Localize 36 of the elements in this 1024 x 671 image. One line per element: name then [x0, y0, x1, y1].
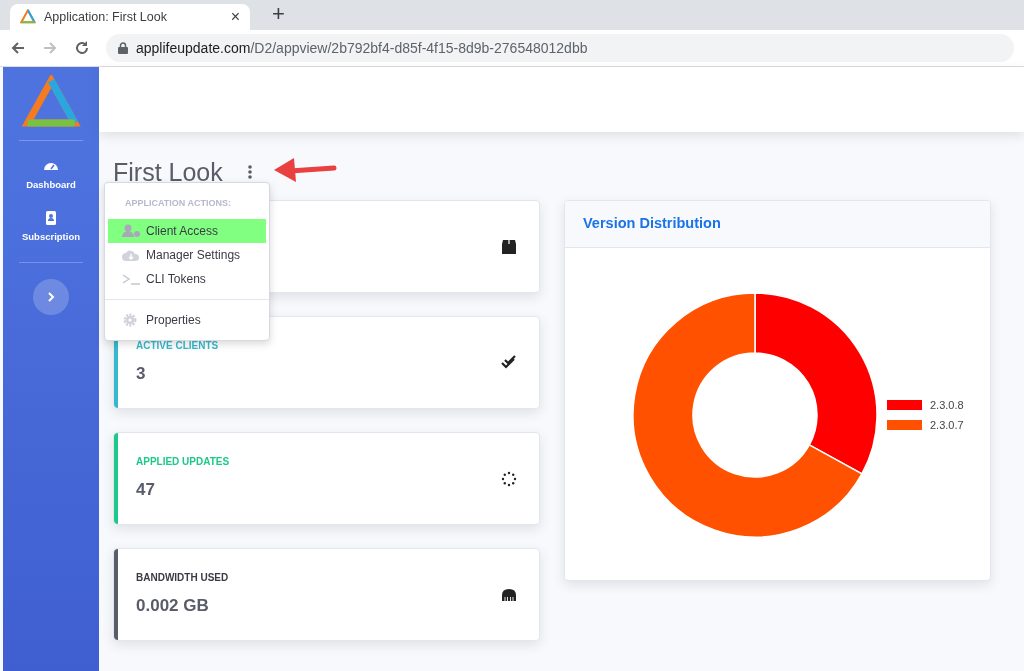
menu-header: APPLICATION ACTIONS: [124, 197, 232, 210]
sidebar-toggle-button[interactable] [33, 278, 69, 315]
logo-icon [20, 9, 36, 25]
stat-value: 0.002 GB [136, 595, 210, 618]
reload-icon[interactable] [74, 40, 90, 56]
user-icon [122, 223, 140, 238]
sidebar-item[interactable]: Dashboard [20, 157, 82, 194]
box-icon [501, 238, 517, 255]
menu-item[interactable]: CLI Tokens [108, 266, 266, 291]
stat-value: 47 [136, 479, 156, 502]
address-bar[interactable]: applifeupdate.com/D2/appview/2b792bf4-d85f-4f15-8d9b-276548012dbb [106, 34, 1014, 62]
stat-value: 3 [136, 363, 147, 386]
spinner-icon [501, 470, 517, 487]
chart-title: Version Distribution [583, 214, 721, 234]
back-icon[interactable] [10, 40, 26, 56]
chevron-right-icon [47, 290, 55, 303]
menu-item[interactable]: Client Access [108, 218, 266, 243]
kebab-menu-icon[interactable] [246, 164, 253, 180]
network-port-icon [501, 586, 517, 603]
double-check-icon [501, 354, 517, 371]
sidebar-item[interactable]: Subscription [15, 209, 87, 246]
stat-label: APPLIED UPDATES [136, 455, 231, 470]
stat-label: ACTIVE CLIENTS [136, 339, 220, 354]
stat-label: BANDWIDTH USED [136, 571, 230, 586]
legend-label: 2.3.0.8 [930, 397, 964, 413]
lock-icon [118, 42, 128, 54]
legend-label: 2.3.0.7 [930, 418, 964, 433]
browser-tab[interactable]: Application: First Look × [10, 4, 250, 30]
contact-card-icon [43, 210, 59, 227]
page-title: First Look [113, 157, 223, 187]
terminal-icon [122, 271, 140, 286]
menu-item[interactable]: Manager Settings [108, 242, 266, 267]
close-icon[interactable]: × [230, 5, 240, 29]
menu-item[interactable]: Properties [108, 307, 266, 332]
tab-title: Application: First Look [44, 8, 168, 26]
new-tab-button[interactable]: + [266, 2, 291, 26]
